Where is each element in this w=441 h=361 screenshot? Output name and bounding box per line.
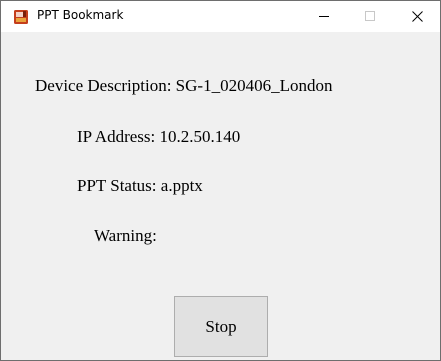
device-description-label: Device Description: SG-1_020406_London: [35, 76, 333, 95]
ppt-status-label: PPT Status: a.pptx: [77, 176, 203, 195]
title-bar[interactable]: PPT Bookmark: [1, 1, 440, 32]
stop-button[interactable]: Stop: [174, 296, 268, 357]
client-area: Device Description: SG-1_020406_London I…: [1, 32, 440, 360]
maximize-button[interactable]: [347, 1, 393, 32]
close-icon: [411, 11, 423, 22]
window-title: PPT Bookmark: [37, 8, 124, 22]
app-window: PPT Bookmark Device Description: SG-1_02…: [0, 0, 441, 361]
maximize-icon: [364, 11, 375, 21]
minimize-icon: [318, 16, 329, 17]
powerpoint-bookmark-icon: [14, 10, 28, 24]
warning-label: Warning:: [94, 226, 157, 245]
minimize-button[interactable]: [301, 1, 347, 32]
ip-address-label: IP Address: 10.2.50.140: [77, 127, 241, 146]
close-button[interactable]: [394, 1, 440, 32]
